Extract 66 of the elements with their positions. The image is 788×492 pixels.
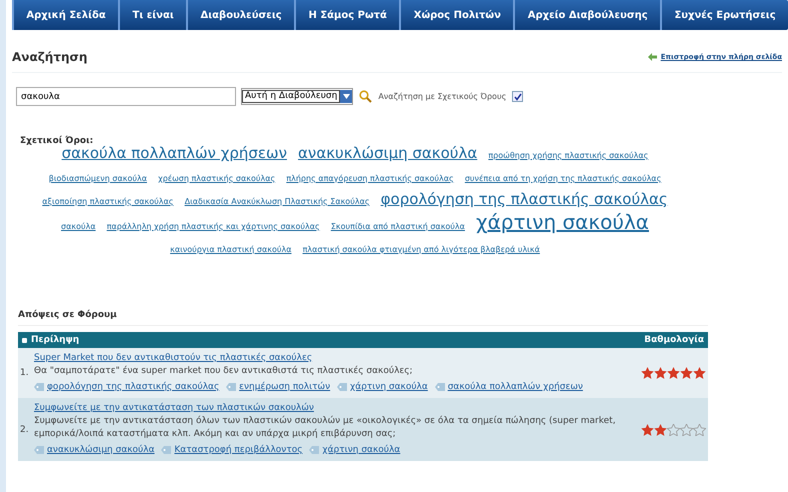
- column-header: Βαθμολογία: [644, 335, 704, 345]
- row-number: 2.: [20, 424, 30, 434]
- tag-link[interactable]: χρέωση πλαστικής σακούλας: [158, 174, 276, 183]
- tag-link[interactable]: πλήρης απαγόρευση πλαστικής σακούλας: [286, 174, 454, 183]
- tag-link[interactable]: προώθηση χρήσης πλαστικής σακούλας: [488, 151, 648, 160]
- tag-link[interactable]: ενημέρωση πολιτών: [239, 382, 330, 392]
- star-icon: [680, 367, 693, 379]
- nav-tab[interactable]: Τι είναι: [118, 0, 186, 30]
- column-header: Περίληψη: [31, 335, 80, 345]
- star-icon: [641, 424, 654, 436]
- tag-link[interactable]: φορολόγηση της πλαστικής σακούλας: [380, 190, 668, 208]
- tag-link[interactable]: πλαστική σακούλα φτιαγμένη από λιγότερα βλαβερά υλικά: [302, 245, 540, 254]
- topic-link[interactable]: Super Market που δεν αντικαθιστούν τις πλαστικές σακούλες: [34, 353, 312, 363]
- nav-tab[interactable]: Αρχείο Διαβούλευσης: [513, 0, 660, 30]
- tag-link[interactable]: σακούλα πολλαπλών χρήσεων: [62, 144, 287, 162]
- related-terms-heading: Σχετικοί Όροι:: [20, 136, 94, 146]
- tag-icon: [434, 382, 445, 391]
- topic-link[interactable]: Συμφωνείτε με την αντικατάσταση των πλαστικών σακουλών: [34, 403, 314, 413]
- nav-tab[interactable]: Η Σάμος Ρωτά: [294, 0, 400, 30]
- star-icon: [693, 367, 706, 379]
- section-heading: Αναζήτηση: [12, 50, 88, 64]
- star-icon: [654, 367, 667, 379]
- row-number: 1.: [20, 368, 30, 378]
- related-terms-checkbox[interactable]: [512, 91, 524, 102]
- nav-tab[interactable]: Αρχική Σελίδα: [12, 0, 118, 30]
- topic-summary: Θα "σαμποτάρατε" ένα super market που δεν αντικαθιστά τις πλαστικές σακούλες;: [34, 365, 414, 378]
- tag-link[interactable]: βιοδιασπώμενη σακούλα: [48, 174, 147, 183]
- nav-tab[interactable]: Συχνές Ερωτήσεις: [660, 0, 788, 30]
- tag-link[interactable]: παράλληλη χρήση πλαστικής και χάρτινης σακούλας: [106, 222, 320, 231]
- tag-link[interactable]: συνέπεια από τη χρήση της πλαστικής σακούλας: [464, 174, 662, 183]
- nav-tab[interactable]: Χώρος Πολιτών: [399, 0, 514, 30]
- tag-link[interactable]: ανακυκλώσιμη σακούλα: [298, 144, 478, 162]
- star-icon: [693, 424, 706, 436]
- tag-link[interactable]: χάρτινη σακούλα: [322, 445, 400, 455]
- star-icon: [667, 367, 680, 379]
- tag-link[interactable]: ανακυκλώσιμη σακούλα: [47, 445, 155, 455]
- topic-summary: Συμφωνείτε με την αντικατάσταση όλων των πλαστικών σακουλών με «οικολογικές» σε όλα τα σημεία πώλησης (super market, εμπορικά/λοιπά καταστήματα κλπ. Ακόμη και αν υπάρχα μικρή επιβάρυνση σας;: [34, 415, 617, 441]
- tag-link[interactable]: σακούλα πολλαπλών χρήσεων: [448, 382, 583, 392]
- star-icon: [641, 367, 654, 379]
- star-icon: [667, 424, 680, 436]
- tag-link[interactable]: χάρτινη σακούλα: [350, 382, 428, 392]
- tag-icon: [34, 446, 44, 454]
- nav-tab[interactable]: Διαβουλεύσεις: [186, 0, 294, 30]
- tag-icon: [34, 382, 44, 391]
- tag-icon: [226, 382, 236, 391]
- forum-heading: Απόψεις σε Φόρουμ: [18, 310, 708, 326]
- tag-link[interactable]: Διαδικασία Ανακύκλωση Πλαστικής Σακούλας: [184, 197, 370, 206]
- tag-link[interactable]: Σκουπίδια από πλαστική σακούλα: [330, 222, 465, 231]
- tag-link[interactable]: Καταστροφή περιβάλλοντος: [174, 445, 303, 455]
- tag-icon: [161, 446, 172, 454]
- search-icon[interactable]: [359, 90, 372, 103]
- scope-dropdown[interactable]: Αυτή η Διαβούλευση: [241, 88, 354, 105]
- star-icon: [654, 424, 667, 436]
- star-icon: [680, 424, 693, 436]
- related-terms-label: Αναζήτηση με Σχετικούς Όρους: [378, 92, 506, 101]
- tag-link[interactable]: σακούλα: [61, 222, 96, 231]
- search-field[interactable]: σακουλα: [16, 87, 236, 106]
- tag-link[interactable]: καινούργια πλαστική σακούλα: [170, 245, 292, 254]
- tag-link[interactable]: φορολόγηση της πλαστικής σακούλας: [47, 382, 220, 392]
- tag-link[interactable]: χάρτινη σακούλα: [476, 210, 649, 234]
- tag-link[interactable]: αξιοποίηση πλαστικής σακούλας: [42, 197, 174, 206]
- tag-icon: [337, 382, 347, 391]
- arrow-left-icon: [648, 53, 657, 61]
- bullet-icon: [22, 338, 27, 342]
- caret-icon: [340, 90, 352, 103]
- tag-icon: [309, 446, 320, 454]
